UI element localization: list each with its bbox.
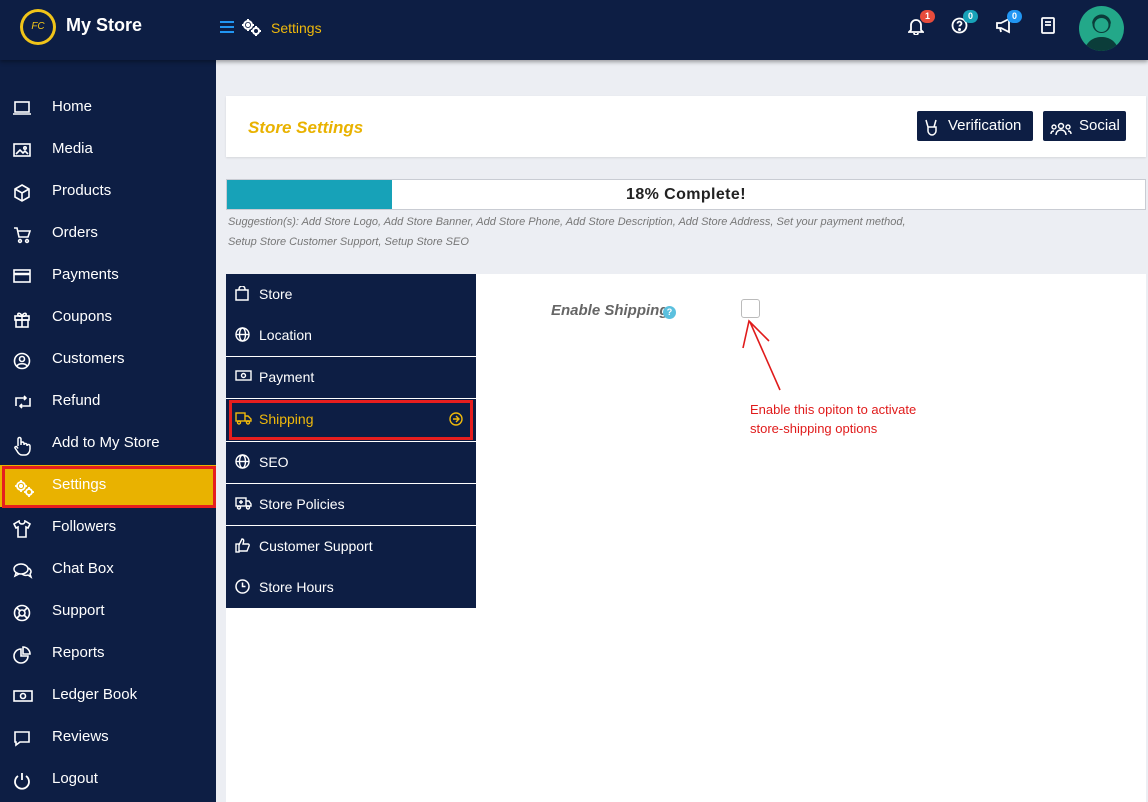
cube-icon (13, 184, 31, 207)
gears-icon (240, 16, 262, 43)
tab-store-policies[interactable]: Store Policies (226, 484, 476, 526)
users-icon (1050, 118, 1072, 148)
verification-button[interactable]: Verification (917, 111, 1033, 141)
sidebar-item-orders[interactable]: Orders (0, 213, 216, 255)
tab-seo[interactable]: SEO (226, 442, 476, 484)
hand-pointer-icon (13, 436, 31, 461)
comment-icon (13, 730, 31, 753)
sidebar-item-media[interactable]: Media (0, 129, 216, 171)
image-icon (13, 142, 31, 163)
gift-icon (13, 310, 31, 333)
settings-header-card: Store Settings Verification Social (226, 96, 1146, 157)
sidebar-item-coupons[interactable]: Coupons (0, 297, 216, 339)
sidebar-item-settings[interactable]: Settings (0, 465, 216, 508)
sidebar-item-followers[interactable]: Followers (0, 507, 216, 549)
shirt-icon (12, 519, 32, 543)
sidebar-item-reports[interactable]: Reports (0, 633, 216, 675)
annotation-note: Enable this opiton to activate store-shi… (750, 402, 917, 436)
tab-payment[interactable]: Payment (226, 357, 476, 399)
arrow-circle-icon (449, 412, 463, 431)
user-circle-icon (13, 352, 31, 375)
shopping-bag-icon (235, 285, 249, 306)
ledger-book-icon[interactable] (1041, 17, 1055, 39)
user-avatar[interactable] (1079, 6, 1124, 51)
sidebar-item-logout[interactable]: Logout (0, 759, 216, 801)
money-bill-icon (13, 688, 33, 709)
suggestions-text: Suggestion(s): Add Store Logo, Add Store… (228, 216, 906, 248)
pie-chart-icon (13, 646, 31, 669)
money-icon (235, 369, 252, 387)
sidebar-item-customers[interactable]: Customers (0, 339, 216, 381)
globe-icon (235, 454, 250, 474)
breadcrumb: Settings (271, 20, 322, 36)
retweet-icon (13, 394, 33, 415)
monitor-icon (13, 100, 31, 121)
sidebar-item-support[interactable]: Support (0, 591, 216, 633)
victory-hand-icon (925, 117, 939, 147)
menu-toggle-icon[interactable] (220, 20, 234, 38)
power-icon (13, 772, 31, 795)
sidebar-item-payments[interactable]: Payments (0, 255, 216, 297)
ambulance-icon (235, 496, 252, 515)
store-logo[interactable]: FC (20, 9, 56, 45)
help-icon[interactable]: 0 (951, 10, 978, 39)
sidebar: Home Media Products Orders Payments Coup… (0, 60, 216, 802)
announcements-badge: 0 (1007, 10, 1022, 23)
social-button[interactable]: Social (1043, 111, 1126, 141)
enable-shipping-label: Enable Shipping (551, 302, 669, 319)
help-badge: 0 (963, 10, 978, 23)
info-help-icon[interactable]: ? (663, 306, 676, 319)
profile-completion-progress: 18% Complete! (226, 179, 1146, 210)
sidebar-item-chat-box[interactable]: Chat Box (0, 549, 216, 591)
page-title: Store Settings (248, 118, 364, 137)
sidebar-item-reviews[interactable]: Reviews (0, 717, 216, 759)
tab-customer-support[interactable]: Customer Support (226, 526, 476, 568)
tab-store-hours[interactable]: Store Hours (226, 567, 476, 609)
tab-store[interactable]: Store (226, 274, 476, 316)
lifebuoy-icon (13, 604, 31, 627)
sidebar-item-products[interactable]: Products (0, 171, 216, 213)
notifications-badge: 1 (920, 10, 935, 23)
truck-icon (235, 411, 252, 430)
tab-location[interactable]: Location (226, 315, 476, 357)
notifications-bell-icon[interactable]: 1 (906, 10, 935, 40)
globe-icon (235, 327, 250, 347)
sidebar-item-ledger-book[interactable]: Ledger Book (0, 675, 216, 717)
tab-shipping[interactable]: Shipping (226, 399, 476, 442)
thumbs-up-icon (235, 538, 250, 558)
sidebar-item-refund[interactable]: Refund (0, 381, 216, 423)
sidebar-item-add-to-my-store[interactable]: Add to My Store (0, 423, 216, 465)
cart-icon (13, 226, 32, 249)
credit-card-icon (13, 268, 31, 289)
annotation-arrow (742, 319, 781, 391)
sidebar-item-home[interactable]: Home (0, 87, 216, 129)
clock-icon (235, 579, 250, 599)
app-title[interactable]: My Store (66, 15, 142, 36)
settings-panel: Store Location Payment Shipping SEO Stor… (226, 274, 1146, 802)
announcements-megaphone-icon[interactable]: 0 (995, 10, 1022, 39)
top-bar: FC My Store Settings 1 0 0 (0, 0, 1148, 60)
progress-label: 18% Complete! (626, 186, 746, 203)
gears-icon (13, 478, 35, 503)
comments-icon (13, 562, 33, 585)
